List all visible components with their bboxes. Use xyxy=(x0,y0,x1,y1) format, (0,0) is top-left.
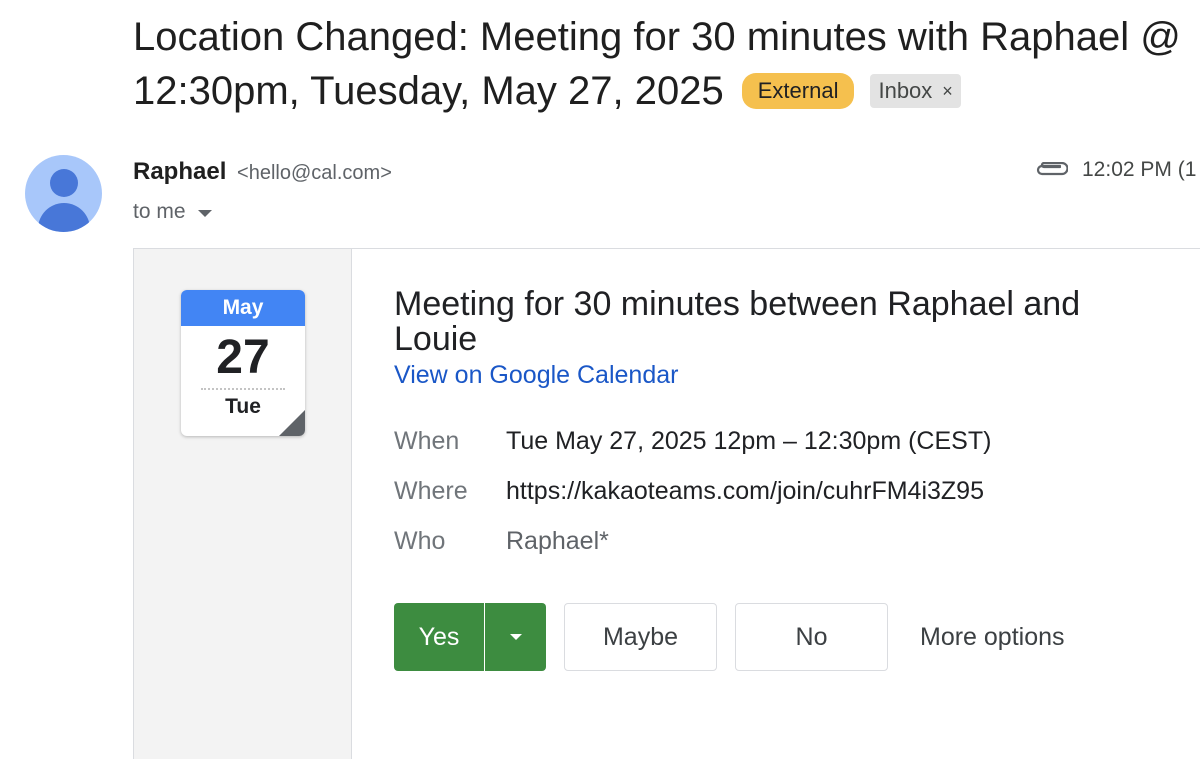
sender-line: Raphael <hello@cal.com> xyxy=(133,158,392,186)
subject-line-2: 12:30pm, Tuesday, May 27, 2025 xyxy=(133,69,724,113)
paperclip-icon xyxy=(1036,162,1068,176)
when-label: When xyxy=(394,426,460,455)
recipients-label: to me xyxy=(133,200,186,223)
recipients-toggle[interactable]: to me xyxy=(133,200,212,224)
calendar-day: 27 xyxy=(216,331,270,384)
where-label: Where xyxy=(394,476,468,505)
email-subject: Location Changed: Meeting for 30 minutes… xyxy=(133,10,1200,118)
inbox-label[interactable]: Inbox × xyxy=(870,74,961,108)
more-options-button[interactable]: More options xyxy=(920,623,1065,652)
calendar-invite-card: May 27 Tue Meeting for 30 minutes betwee… xyxy=(133,248,1200,759)
invite-sidebar: May 27 Tue xyxy=(134,249,352,759)
person-icon-head xyxy=(50,169,78,197)
rsvp-buttons: Yes Maybe No More options xyxy=(394,603,1065,671)
calendar-divider xyxy=(201,388,285,390)
sender-name[interactable]: Raphael xyxy=(133,158,226,185)
yes-options-dropdown[interactable] xyxy=(485,603,546,671)
email-view: Location Changed: Meeting for 30 minutes… xyxy=(0,0,1200,759)
when-value: Tue May 27, 2025 12pm – 12:30pm (CEST) xyxy=(506,426,992,455)
subject-line-1: Location Changed: Meeting for 30 minutes… xyxy=(133,15,1181,59)
page-fold-icon xyxy=(279,410,305,436)
calendar-month: May xyxy=(181,290,305,326)
chevron-down-icon[interactable] xyxy=(197,209,212,217)
no-button[interactable]: No xyxy=(735,603,888,671)
sender-avatar[interactable] xyxy=(25,155,102,232)
who-label: Who xyxy=(394,526,446,555)
who-value[interactable]: Raphael* xyxy=(506,527,609,556)
subject-line-2-row: 12:30pm, Tuesday, May 27, 2025 External … xyxy=(133,64,1200,118)
message-time: 12:02 PM (1 xyxy=(1082,158,1197,181)
event-details: When Tue May 27, 2025 12pm – 12:30pm (CE… xyxy=(394,416,1200,566)
remove-label-icon[interactable]: × xyxy=(942,80,953,102)
view-on-google-calendar-link[interactable]: View on Google Calendar xyxy=(394,361,678,390)
yes-button[interactable]: Yes xyxy=(394,603,485,671)
where-value[interactable]: https://kakaoteams.com/join/cuhrFM4i3Z95 xyxy=(506,477,984,506)
where-row: Where https://kakaoteams.com/join/cuhrFM… xyxy=(394,466,1200,516)
event-title: Meeting for 30 minutes between Raphael a… xyxy=(394,285,1081,358)
person-icon-body xyxy=(38,203,90,232)
invite-details: Meeting for 30 minutes between Raphael a… xyxy=(394,287,1200,566)
maybe-button[interactable]: Maybe xyxy=(564,603,717,671)
message-meta: 12:02 PM (1 xyxy=(1034,158,1196,182)
chevron-down-icon xyxy=(509,634,522,640)
yes-button-group: Yes xyxy=(394,603,546,671)
sender-email: <hello@cal.com> xyxy=(237,162,392,184)
inbox-label-text: Inbox xyxy=(878,78,933,103)
external-label: External xyxy=(741,73,855,109)
who-row: Who Raphael* xyxy=(394,516,1200,566)
calendar-date-icon: May 27 Tue xyxy=(181,290,305,436)
when-row: When Tue May 27, 2025 12pm – 12:30pm (CE… xyxy=(394,416,1200,466)
